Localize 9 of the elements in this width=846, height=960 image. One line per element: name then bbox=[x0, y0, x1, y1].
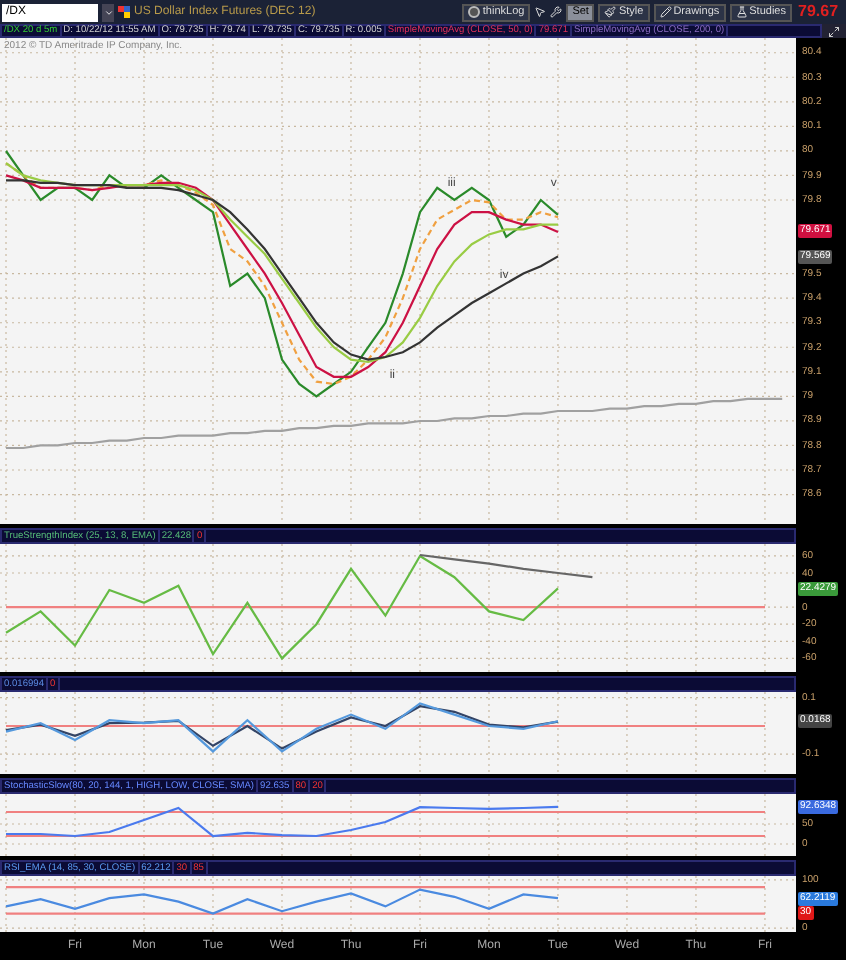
pencil-icon bbox=[659, 6, 672, 18]
brush-icon bbox=[604, 6, 617, 18]
flag-icon bbox=[118, 6, 130, 18]
last-price: 79.67 bbox=[796, 0, 841, 24]
cursor-icon[interactable] bbox=[534, 6, 547, 18]
caret-icon bbox=[103, 7, 113, 17]
wrench-icon[interactable] bbox=[550, 6, 563, 18]
dropdown-button[interactable] bbox=[102, 3, 114, 21]
flask-icon bbox=[735, 6, 748, 18]
